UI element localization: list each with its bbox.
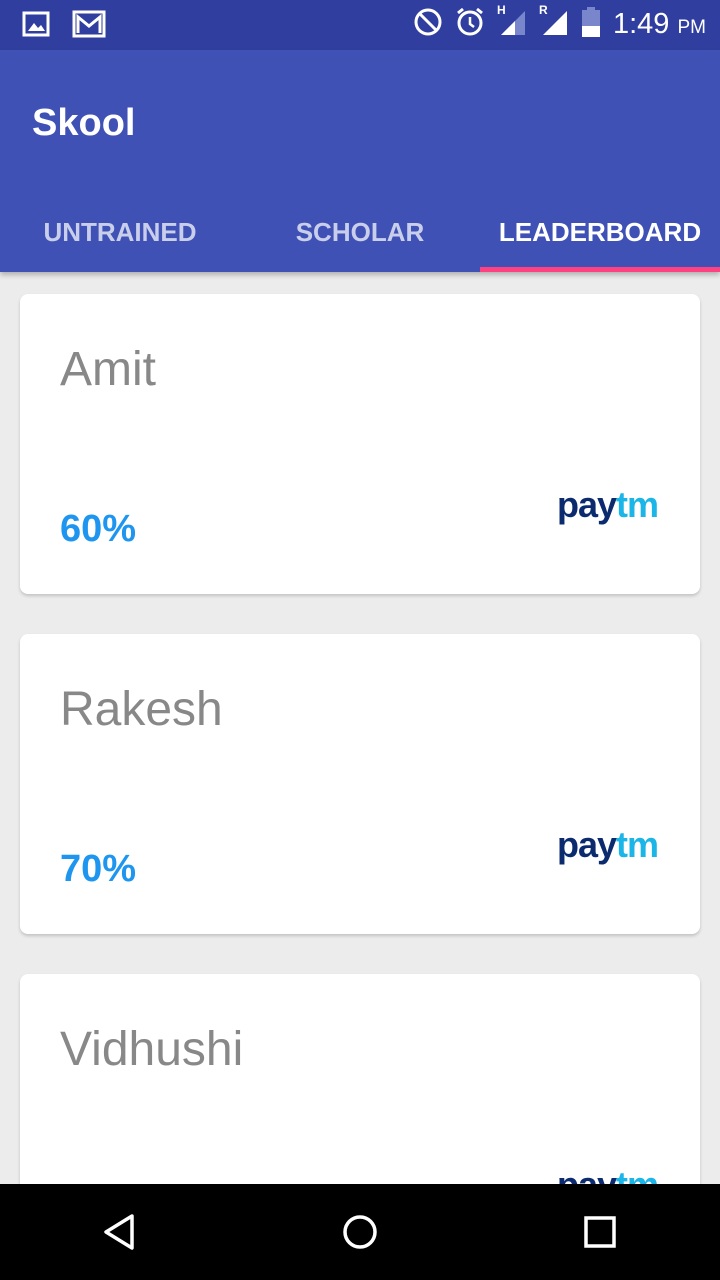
student-name: Vidhushi: [60, 1023, 244, 1076]
alarm-icon: [455, 7, 485, 42]
student-name: Rakesh: [60, 683, 223, 736]
leaderboard-card[interactable]: Vidhushi paytm: [20, 974, 700, 1184]
app-title: Skool: [32, 102, 136, 144]
status-time: 1:49 PM: [612, 8, 706, 40]
recents-icon[interactable]: [570, 1202, 630, 1262]
signal-r-icon: R: [539, 3, 569, 42]
gmail-icon: [72, 9, 106, 44]
do-not-disturb-icon: [413, 7, 443, 42]
paytm-logo[interactable]: paytm: [557, 1164, 659, 1184]
tab-scholar[interactable]: SCHOLAR: [240, 192, 480, 272]
status-bar: H R 1:49 PM: [0, 0, 720, 50]
leaderboard-list[interactable]: Amit 60% paytm Rakesh 70% paytm Vidhushi…: [0, 272, 720, 1184]
tab-bar: UNTRAINED SCHOLAR LEADERBOARD: [0, 192, 720, 272]
back-icon[interactable]: [90, 1202, 150, 1262]
tab-leaderboard[interactable]: LEADERBOARD: [480, 192, 720, 272]
paytm-logo[interactable]: paytm: [557, 484, 659, 526]
battery-icon: [581, 6, 601, 43]
tab-untrained[interactable]: UNTRAINED: [0, 192, 240, 272]
app-bar: Skool UNTRAINED SCHOLAR LEADERBOARD: [0, 50, 720, 272]
student-percent: 60%: [60, 508, 137, 550]
student-percent: 70%: [60, 848, 137, 890]
home-icon[interactable]: [330, 1202, 390, 1262]
signal-h-icon: H: [497, 3, 527, 42]
image-icon: [22, 9, 50, 44]
leaderboard-card[interactable]: Amit 60% paytm: [20, 294, 700, 594]
paytm-logo[interactable]: paytm: [557, 824, 659, 866]
student-name: Amit: [60, 343, 156, 396]
leaderboard-card[interactable]: Rakesh 70% paytm: [20, 634, 700, 934]
navigation-bar: [0, 1184, 720, 1280]
